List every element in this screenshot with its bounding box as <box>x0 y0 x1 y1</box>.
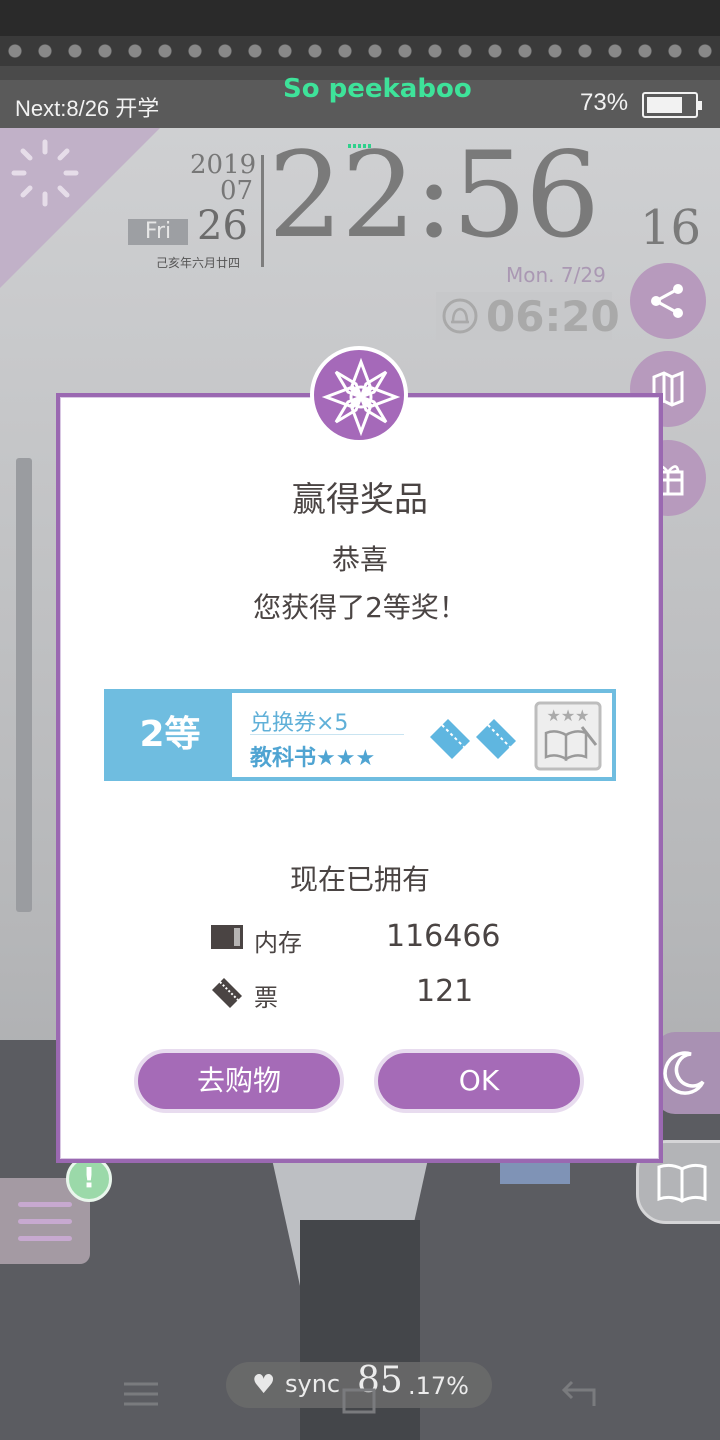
owned-title: 现在已拥有 <box>289 863 430 896</box>
dialog-emblem <box>310 346 408 444</box>
clock-day-of-week: Fri <box>128 219 188 245</box>
prize-rank: 2等 <box>108 693 232 777</box>
clock-lunar-date: 己亥年六月廿四 <box>156 256 241 270</box>
loading-sun-icon <box>11 139 79 207</box>
owned-ticket-label: 票 <box>254 984 278 1012</box>
memory-icon <box>211 925 243 949</box>
go-shopping-button[interactable]: 去购物 <box>134 1049 344 1113</box>
clock-month: 07 <box>220 176 254 206</box>
owned-ticket-value: 121 <box>416 974 474 1009</box>
nav-home-icon[interactable] <box>342 1388 376 1414</box>
menu-icon-line <box>18 1236 72 1241</box>
pocket-square <box>500 1162 570 1184</box>
battery-fill <box>647 97 682 113</box>
alarm-bell-icon <box>442 298 478 334</box>
owned-memory-label: 内存 <box>254 929 302 957</box>
next-event-text: Next:8/26 开学 <box>15 96 160 121</box>
book-icon <box>657 1163 707 1203</box>
sync-decimal: .17% <box>408 1372 469 1400</box>
left-scroll-track <box>16 458 32 912</box>
nav-back-icon[interactable] <box>560 1380 596 1408</box>
night-mode-button[interactable] <box>655 1032 720 1114</box>
nav-menu-icon[interactable] <box>124 1380 158 1408</box>
flower-emblem-icon <box>321 357 401 437</box>
svg-text:★★★: ★★★ <box>546 706 589 725</box>
owned-memory-value: 116466 <box>386 919 501 954</box>
clock-indicator-dots <box>348 144 372 148</box>
share-button[interactable] <box>630 263 706 339</box>
prize-divider <box>250 734 404 735</box>
menu-icon-line <box>18 1219 72 1224</box>
sync-label: sync. <box>285 1370 348 1398</box>
ticket-icon <box>212 978 242 1008</box>
lace-pattern <box>0 36 720 66</box>
clock-seconds: 16 <box>640 200 702 256</box>
clock-day: 26 <box>197 203 248 249</box>
battery-icon <box>642 92 702 118</box>
menu-icon <box>18 1202 72 1207</box>
battery-percent: 73% <box>580 89 629 116</box>
prize-message: 您获得了2等奖！ <box>253 591 467 624</box>
next-alarm-date: Mon. 7/29 <box>506 263 606 287</box>
prize-card: 2等 兑换券×5 教科书★★★ ★★★ <box>104 689 616 781</box>
share-icon <box>651 284 683 318</box>
tickets-icon <box>430 719 516 759</box>
dialog-title: 赢得奖品 <box>292 480 428 520</box>
prize-item-voucher: 兑换券×5 <box>250 711 349 736</box>
heart-icon: ♥ <box>252 1370 276 1400</box>
textbook-icon: ★★★ <box>534 701 602 771</box>
ok-button[interactable]: OK <box>374 1049 584 1113</box>
song-title: So peekaboo <box>283 74 472 104</box>
alarm-time: 06:20 <box>486 292 620 341</box>
congrats-text: 恭喜 <box>331 543 388 576</box>
clock-separator <box>261 155 264 267</box>
prize-item-textbook: 教科书★★★ <box>250 746 376 771</box>
clock-time[interactable]: 22:56 <box>268 126 600 264</box>
moon-icon <box>663 1051 705 1095</box>
